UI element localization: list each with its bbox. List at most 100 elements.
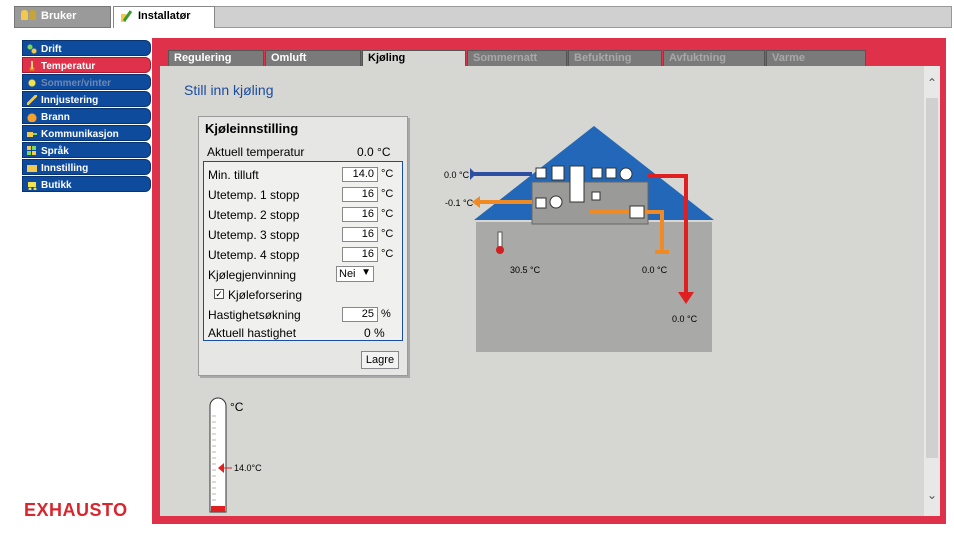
settings-icon [27,163,37,173]
thermometer-tube [209,397,227,513]
outdoor-stop-4-label: Utetemp. 4 stopp [208,248,300,262]
thermometer-unit: °C [230,400,244,414]
pen-icon [27,95,37,105]
min-supply-label: Min. tilluft [208,168,259,182]
room-temp: 30.5 °C [510,265,541,275]
exhaust-out-temp: -0.1 °C [445,198,474,208]
unit-label: °C [381,228,394,240]
supply-in-temp: 0.0 °C [444,170,470,180]
scrollbar[interactable]: ⌃ ⌄ [924,66,940,516]
house-body [476,222,712,352]
subtab-bar: Regulering Omluft Kjøling Sommernatt Bef… [168,50,868,68]
tab-sommernatt: Sommernatt [467,50,567,67]
outdoor-stop-3-input[interactable]: 16 [342,227,378,242]
scroll-down-icon[interactable]: ⌄ [924,488,940,506]
sidebar-item-label: Brann [41,111,70,123]
sidebar: Drift Temperatur Sommer/vinter Innjuster… [22,40,151,193]
unit-label: °C [381,208,394,220]
unit-label: % [381,308,391,320]
min-supply-input[interactable]: 14.0 [342,167,378,182]
sidebar-item-brann[interactable]: Brann [22,108,151,124]
sidebar-item-drift[interactable]: Drift [22,40,151,56]
page-title: Still inn kjøling [184,82,274,98]
room-thermometer-bulb [496,246,504,254]
sidebar-item-butikk[interactable]: Butikk [22,176,151,192]
outdoor-stop-1-row: Utetemp. 1 stopp 16 °C [208,186,400,204]
scroll-up-icon[interactable]: ⌃ [924,76,940,94]
unit-label: °C [381,168,394,180]
sidebar-item-label: Innstilling [41,162,89,174]
thermometer-fill [211,506,225,512]
thermometer-icon [27,61,37,71]
sidebar-item-sprak[interactable]: Språk [22,142,151,158]
sidebar-item-label: Kommunikasjon [41,128,119,140]
unit-label: °C [381,188,394,200]
sidebar-item-innjustering[interactable]: Innjustering [22,91,151,107]
filter-icon [551,165,565,181]
filter-icon [629,205,645,219]
sidebar-item-label: Innjustering [41,94,99,106]
sidebar-item-label: Språk [41,145,69,157]
tab-bruker[interactable]: Bruker [14,6,111,28]
outdoor-stop-1-input[interactable]: 16 [342,187,378,202]
current-temperature-value: 0.0 °C [357,145,391,159]
sidebar-item-kommunikasjon[interactable]: Kommunikasjon [22,125,151,141]
speed-increase-label: Hastighetsøkning [208,308,301,322]
users-icon [21,10,37,20]
save-button[interactable]: Lagre [361,351,399,369]
sidebar-item-label: Sommer/vinter [41,77,112,89]
content-area: Still inn kjøling Kjøleinnstilling Aktue… [160,66,940,516]
sidebar-item-temperatur[interactable]: Temperatur [22,57,151,73]
fire-icon [27,112,37,122]
outdoor-stop-2-row: Utetemp. 2 stopp 16 °C [208,206,400,224]
tab-installator-label: Installatør [138,10,191,22]
heat-exchanger-icon [569,165,585,203]
outdoor-stop-2-input[interactable]: 16 [342,207,378,222]
speed-increase-input[interactable]: 25 [342,307,378,322]
tab-omluft[interactable]: Omluft [265,50,361,67]
sidebar-item-sommer-vinter: Sommer/vinter [22,74,151,90]
outdoor-stop-2-label: Utetemp. 2 stopp [208,208,300,222]
outdoor-stop-4-row: Utetemp. 4 stopp 16 °C [208,246,400,264]
cooling-boost-label: Kjøleforsering [228,288,303,302]
tab-varme: Varme [766,50,866,67]
outdoor-stop-3-row: Utetemp. 3 stopp 16 °C [208,226,400,244]
current-temperature-row: Aktuell temperatur 0.0 °C [207,145,391,159]
current-temperature-label: Aktuell temperatur [207,145,305,159]
language-icon [27,146,37,156]
unit-label: °C [381,248,394,260]
outdoor-stop-1-label: Utetemp. 1 stopp [208,188,300,202]
tab-installator[interactable]: Installatør [113,6,215,28]
tools-icon [120,10,134,22]
cooling-boost-row: ✓ Kjøleforsering [208,286,400,304]
cooling-recovery-select[interactable]: Nei ▼ [336,266,374,282]
exhausto-logo: EXHAUSTO [24,500,128,520]
current-speed-row: Aktuell hastighet 0 % [208,324,400,342]
cooling-recovery-label: Kjølegjenvinning [208,268,297,282]
tab-befuktning: Befuktning [568,50,662,67]
intake-marker [470,168,476,180]
speed-increase-row: Hastighetsøkning 25 % [208,306,400,324]
tab-bruker-label: Bruker [41,10,77,22]
current-speed-value: 0 % [364,326,385,340]
panel-title: Kjøleinnstilling [205,121,299,136]
cooling-boost-checkbox[interactable]: ✓ [214,289,224,299]
outdoor-stop-4-input[interactable]: 16 [342,247,378,262]
sidebar-item-innstilling[interactable]: Innstilling [22,159,151,175]
cooling-recovery-value: Nei [339,268,356,280]
heater-icon [605,167,617,179]
min-supply-row: Min. tilluft 14.0 °C [208,166,400,184]
chevron-down-icon: ▼ [361,267,371,278]
thermometer-setpoint: 14.0°C [234,463,262,473]
supply-temp: 0.0 °C [672,314,698,324]
sun-icon [27,78,37,88]
current-speed-label: Aktuell hastighet [208,326,297,340]
damper-icon [535,167,547,179]
outdoor-stop-3-label: Utetemp. 3 stopp [208,228,300,242]
tab-regulering[interactable]: Regulering [168,50,264,67]
cart-icon [27,180,37,190]
damper-icon [535,197,547,209]
scroll-thumb[interactable] [926,98,938,458]
extract-temp: 0.0 °C [642,265,668,275]
supply-fan-icon [619,167,633,181]
